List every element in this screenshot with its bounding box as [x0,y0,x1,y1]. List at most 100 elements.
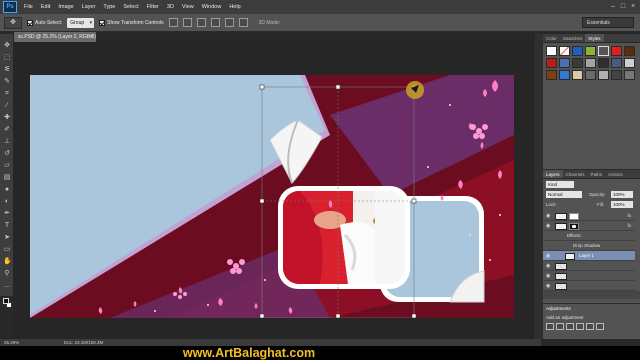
style-swatch[interactable] [611,46,622,56]
style-swatch[interactable] [585,70,596,80]
style-swatch[interactable] [611,58,622,68]
layer-row-selected[interactable]: ◉ Layer 1 [543,251,635,261]
tab-actions[interactable]: Actions [605,170,626,178]
auto-select-dropdown[interactable]: Group [67,17,95,28]
style-swatch[interactable] [598,46,609,56]
quick-select-tool-icon[interactable]: ✎ [3,78,11,86]
layer-row[interactable]: ◉ fx [543,221,635,231]
align-middle-icon[interactable] [182,18,192,27]
eye-icon[interactable]: ◉ [546,271,551,281]
gradient-tool-icon[interactable]: ▤ [3,174,11,182]
style-swatch[interactable] [546,46,557,56]
curves-icon[interactable] [566,323,574,330]
tab-styles[interactable]: Styles [585,34,604,42]
style-swatch[interactable] [572,70,583,80]
style-swatch[interactable] [624,58,635,68]
align-left-icon[interactable] [210,18,220,27]
document-canvas[interactable] [30,75,514,318]
menu-edit[interactable]: Edit [37,4,54,10]
style-swatch[interactable] [572,58,583,68]
close-icon[interactable]: × [628,2,638,11]
layer-row[interactable]: ◉ [543,271,635,281]
kind-filter-dropdown[interactable]: Kind [546,181,574,188]
style-swatch[interactable] [559,58,570,68]
brush-tool-icon[interactable]: ✐ [3,126,11,134]
tab-paths[interactable]: Paths [588,170,606,178]
menu-image[interactable]: Image [54,4,77,10]
style-swatch[interactable] [546,70,557,80]
crop-tool-icon[interactable]: ⌗ [3,90,11,98]
edit-toolbar-icon[interactable]: … [3,282,11,290]
path-select-tool-icon[interactable]: ➤ [3,234,11,242]
maximize-icon[interactable]: □ [618,2,628,11]
style-swatch[interactable] [585,46,596,56]
levels-icon[interactable] [556,323,564,330]
eyedropper-tool-icon[interactable]: ⁄ [3,102,11,110]
vibrance-icon[interactable] [586,323,594,330]
tab-channels[interactable]: Channels [563,170,588,178]
show-transform-checkbox[interactable]: Show Transform Controls [99,19,164,26]
layer-row[interactable]: ◉ [543,281,635,291]
auto-select-checkbox[interactable]: Auto-Select: [27,19,62,26]
style-swatch[interactable] [611,70,622,80]
blur-tool-icon[interactable]: ● [3,186,11,194]
style-swatch[interactable] [598,70,609,80]
type-tool-icon[interactable]: T [3,222,11,230]
menu-file[interactable]: File [20,4,37,10]
style-swatch[interactable] [624,70,635,80]
dodge-tool-icon[interactable]: ◐ [3,198,11,206]
style-swatch[interactable] [624,46,635,56]
menu-view[interactable]: View [178,4,198,10]
exposure-icon[interactable] [576,323,584,330]
zoom-tool-icon[interactable]: ⚲ [3,270,11,278]
menu-filter[interactable]: Filter [143,4,163,10]
eye-icon[interactable]: ◉ [546,251,551,261]
clone-stamp-tool-icon[interactable]: ⊥ [3,138,11,146]
menu-help[interactable]: Help [225,4,244,10]
hue-saturation-icon[interactable] [596,323,604,330]
eye-icon[interactable]: ◉ [546,261,551,271]
style-swatch[interactable] [572,46,583,56]
tab-color[interactable]: Color [543,34,560,42]
tab-swatches[interactable]: Swatches [560,34,586,42]
workspace-dropdown[interactable]: Essentials [582,17,634,28]
align-center-icon[interactable] [224,18,234,27]
document-tab[interactable]: sc.PSD @ 25.2% (Layer 2, RGB/8) * × [14,32,96,50]
marquee-tool-icon[interactable]: ⬚ [3,54,11,62]
fill-input[interactable]: 100% [611,201,633,208]
eye-icon[interactable]: ◉ [546,211,551,221]
layer-row[interactable]: ◉ [543,261,635,271]
menu-window[interactable]: Window [198,4,226,10]
move-tool-preset-icon[interactable]: ✥ [4,16,22,29]
close-tab-icon[interactable]: × [90,32,93,42]
healing-tool-icon[interactable]: ✚ [3,114,11,122]
style-swatch[interactable] [559,46,570,56]
menu-3d[interactable]: 3D [163,4,178,10]
opacity-input[interactable]: 100% [611,191,633,198]
style-swatch[interactable] [559,70,570,80]
effects-row[interactable]: Effects [543,231,635,241]
lasso-tool-icon[interactable]: ᓬ [3,66,11,74]
shape-tool-icon[interactable]: ▭ [3,246,11,254]
eraser-tool-icon[interactable]: ▱ [3,162,11,170]
layer-row[interactable]: ◉ fx [543,211,635,221]
drop-shadow-row[interactable]: Drop Shadow [543,241,635,251]
history-brush-tool-icon[interactable]: ↺ [3,150,11,158]
align-bottom-icon[interactable] [196,18,206,27]
zoom-level[interactable]: 25.29% [4,339,19,346]
menu-layer[interactable]: Layer [78,4,100,10]
tab-layers[interactable]: Layers [543,170,563,178]
eye-icon[interactable]: ◉ [546,221,551,231]
style-swatch[interactable] [598,58,609,68]
align-right-icon[interactable] [238,18,248,27]
style-swatch[interactable] [585,58,596,68]
hand-tool-icon[interactable]: ✋ [3,258,12,266]
style-swatch[interactable] [546,58,557,68]
pen-tool-icon[interactable]: ✒ [3,210,11,218]
eye-icon[interactable]: ◉ [546,281,551,291]
brightness-icon[interactable] [546,323,554,330]
menu-type[interactable]: Type [99,4,119,10]
minimize-icon[interactable]: – [608,2,618,11]
menu-select[interactable]: Select [119,4,142,10]
blend-mode-dropdown[interactable]: Normal [546,191,582,198]
